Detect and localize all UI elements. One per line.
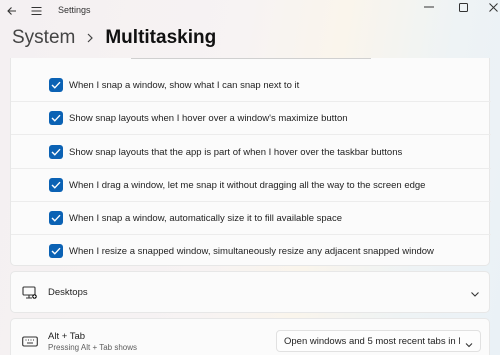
alt-tab-title: Alt + Tab [48,331,86,342]
checkmark-icon [51,114,61,122]
chevron-down-icon [464,337,474,348]
snap-option-label: When I snap a window, show what I can sn… [69,79,300,91]
checkmark-icon [51,81,61,89]
snap-option-row[interactable]: When I snap a window, show what I can sn… [49,76,299,94]
virtual-desktops-icon [22,285,38,301]
checkmark-icon [51,181,61,189]
alt-tab-dropdown[interactable]: Open windows and 5 most recent tabs in M [276,330,481,352]
snap-option-label: Show snap layouts when I hover over a wi… [69,112,348,124]
breadcrumb-system[interactable]: System [12,27,75,49]
snap-option-label: When I snap a window, automatically size… [69,212,342,224]
alt-tab-setting: Alt + Tab Pressing Alt + Tab shows Open … [10,318,490,355]
title-bar: Settings [0,0,500,22]
clipped-text-fragment [131,58,371,59]
chevron-right-icon [87,33,94,43]
back-arrow-icon[interactable] [4,3,20,19]
hamburger-menu-icon[interactable] [28,3,44,19]
snap-option-row[interactable]: When I drag a window, let me snap it wit… [49,176,425,194]
checkbox-checked[interactable] [49,211,63,225]
divider [11,134,491,135]
maximize-icon[interactable] [446,0,480,14]
desktops-setting[interactable]: Desktops [10,271,490,313]
checkmark-icon [51,214,61,222]
checkbox-checked[interactable] [49,78,63,92]
checkbox-checked[interactable] [49,244,63,258]
checkmark-icon [51,247,61,255]
snap-option-row[interactable]: When I resize a snapped window, simultan… [49,242,434,260]
snap-options-card: When I snap a window, show what I can sn… [10,58,491,266]
checkbox-checked[interactable] [49,145,63,159]
minimize-icon[interactable] [412,0,446,14]
checkbox-checked[interactable] [49,178,63,192]
alt-tab-subtitle: Pressing Alt + Tab shows [48,343,138,352]
divider [11,234,491,235]
snap-option-row[interactable]: Show snap layouts that the app is part o… [49,143,402,161]
desktops-label: Desktops [48,287,88,298]
snap-option-row[interactable]: When I snap a window, automatically size… [49,209,342,227]
checkmark-icon [51,148,61,156]
divider [11,101,491,102]
breadcrumb: System Multitasking [12,25,216,51]
chevron-down-icon[interactable] [469,287,481,299]
checkbox-checked[interactable] [49,111,63,125]
snap-option-label: When I resize a snapped window, simultan… [69,245,434,257]
divider [11,168,491,169]
page-title: Multitasking [105,27,217,48]
snap-option-label: When I drag a window, let me snap it wit… [69,179,426,191]
keyboard-icon [22,335,38,347]
snap-option-label: Show snap layouts that the app is part o… [69,146,403,158]
alt-tab-selected-value: Open windows and 5 most recent tabs in M [284,335,460,347]
close-icon[interactable] [476,0,500,14]
app-title: Settings [58,5,91,15]
snap-option-row[interactable]: Show snap layouts when I hover over a wi… [49,109,348,127]
divider [11,201,491,202]
